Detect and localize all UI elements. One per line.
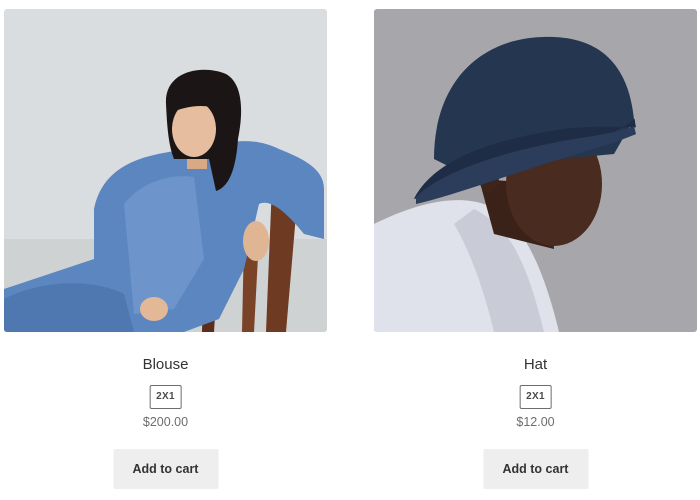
- product-grid: Blouse 2X1 $200.00 Add to cart Hat 2X1 $…: [0, 0, 700, 500]
- add-to-cart-button[interactable]: Add to cart: [113, 449, 218, 489]
- product-image-blouse[interactable]: [4, 9, 327, 332]
- product-price: $12.00: [516, 415, 555, 429]
- promo-badge: 2X1: [149, 385, 182, 409]
- product-card-hat: Hat 2X1 $12.00 Add to cart: [374, 9, 697, 500]
- product-image-hat[interactable]: [374, 9, 697, 332]
- product-title[interactable]: Blouse: [4, 356, 327, 374]
- product-card-blouse: Blouse 2X1 $200.00 Add to cart: [4, 9, 327, 500]
- product-price: $200.00: [142, 415, 189, 429]
- product-title[interactable]: Hat: [374, 356, 697, 374]
- promo-badge: 2X1: [519, 385, 552, 409]
- add-to-cart-button[interactable]: Add to cart: [483, 449, 588, 489]
